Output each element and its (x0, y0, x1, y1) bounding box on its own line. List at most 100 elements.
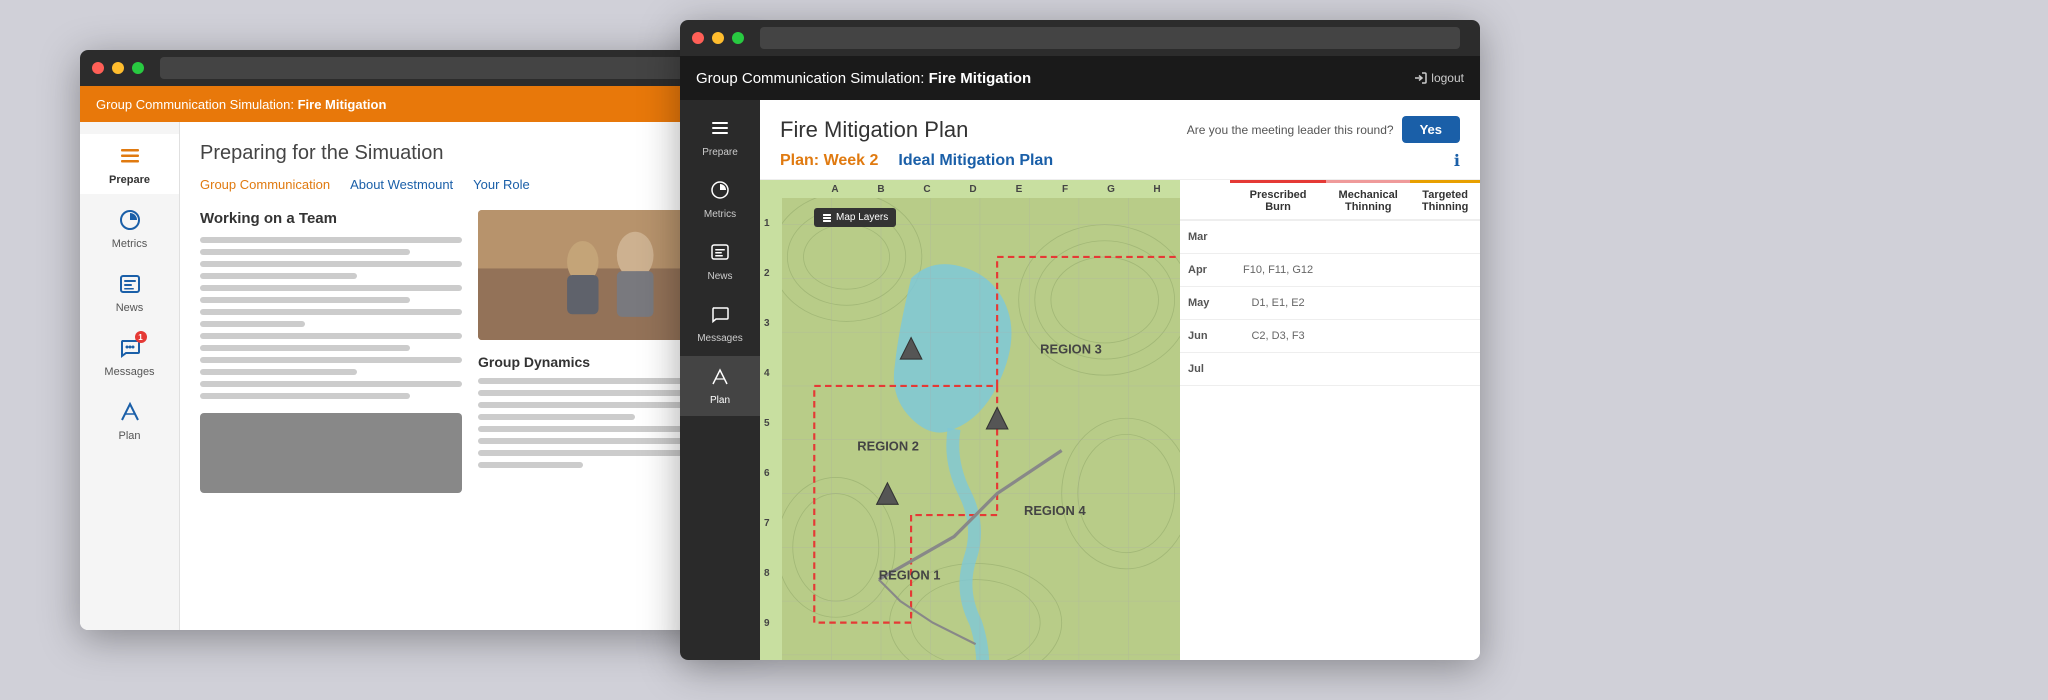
prescribed-apr: F10, F11, G12 (1230, 254, 1326, 287)
table-row: Jun C2, D3, F3 (1180, 320, 1480, 353)
svg-text:REGION 4: REGION 4 (1024, 503, 1086, 518)
prescribed-mar (1230, 220, 1326, 254)
tab-your-role[interactable]: Your Role (473, 177, 530, 192)
table-row: Mar (1180, 220, 1480, 254)
sidebar2-label-messages: Messages (697, 333, 743, 344)
sidebar2-item-plan[interactable]: Plan (680, 356, 760, 416)
section1-title: Working on a Team (200, 210, 462, 227)
sidebar-label-prepare: Prepare (109, 174, 150, 186)
minimize-dot-2[interactable] (712, 32, 724, 44)
fire-plan-title: Fire Mitigation Plan (780, 117, 968, 143)
plan-icon-2 (710, 366, 730, 391)
address-bar[interactable] (160, 57, 740, 79)
tab-about-westmount[interactable]: About Westmount (350, 177, 453, 192)
mechanical-jun (1326, 320, 1410, 353)
sidebar-item-prepare[interactable]: Prepare (80, 134, 179, 194)
month-may: May (1180, 287, 1230, 320)
mechanical-jul (1326, 353, 1410, 386)
col-month-header (1180, 182, 1230, 221)
window-2: Group Communication Simulation: Fire Mit… (680, 20, 1480, 660)
table-row: Jul (1180, 353, 1480, 386)
map-row-labels: 1 2 3 4 5 6 7 8 9 (764, 198, 770, 648)
sidebar-item-plan[interactable]: Plan (80, 390, 179, 450)
address-bar-2[interactable] (760, 27, 1460, 49)
sidebar-item-messages[interactable]: 1 Messages (80, 326, 179, 386)
prepare-icon-2 (710, 118, 730, 143)
sidebar2-item-prepare[interactable]: Prepare (680, 108, 760, 168)
meeting-question: Are you the meeting leader this round? Y… (1187, 116, 1460, 143)
mechanical-apr (1326, 254, 1410, 287)
month-mar: Mar (1180, 220, 1230, 254)
close-dot[interactable] (92, 62, 104, 74)
main2-header: Fire Mitigation Plan Are you the meeting… (760, 100, 1480, 180)
svg-text:REGION 1: REGION 1 (879, 568, 941, 583)
col-prescribed-header: PrescribedBurn (1230, 182, 1326, 221)
app-topbar-2: Group Communication Simulation: Fire Mit… (680, 56, 1480, 100)
main-content-1: Preparing for the Simuation Group Commun… (180, 122, 760, 630)
sidebar2-label-prepare: Prepare (702, 147, 738, 158)
info-icon[interactable]: ℹ (1454, 151, 1460, 171)
topo-map-svg: REGION 2 REGION 3 REGION 1 REGION 4 (782, 198, 1180, 660)
targeted-jun (1410, 320, 1480, 353)
page-title-1: Preparing for the Simuation (200, 142, 740, 165)
targeted-apr (1410, 254, 1480, 287)
minimize-dot[interactable] (112, 62, 124, 74)
nav-tabs: Group Communication About Westmount Your… (200, 177, 740, 192)
col-targeted-header: TargetedThinning (1410, 182, 1480, 221)
sidebar-item-news[interactable]: News (80, 262, 179, 322)
window1-body: Prepare Metrics (80, 122, 760, 630)
close-dot-2[interactable] (692, 32, 704, 44)
sidebar2-label-plan: Plan (710, 395, 730, 406)
map-area: A B C D E F G H 1 2 3 4 (760, 180, 1180, 660)
messages-icon-2 (710, 304, 730, 329)
maximize-dot-2[interactable] (732, 32, 744, 44)
sidebar-2: Prepare Metrics (680, 100, 760, 660)
mechanical-may (1326, 287, 1410, 320)
sidebar-label-news: News (116, 302, 144, 314)
targeted-may (1410, 287, 1480, 320)
app-topbar-1: Group Communication Simulation: Fire Mit… (80, 86, 760, 122)
prescribed-jul (1230, 353, 1326, 386)
logout-button[interactable]: logout (1413, 71, 1464, 85)
news-icon (116, 270, 144, 298)
sidebar2-item-metrics[interactable]: Metrics (680, 170, 760, 230)
metrics-icon-2 (710, 180, 730, 205)
svg-text:REGION 2: REGION 2 (857, 439, 919, 454)
prescribed-jun: C2, D3, F3 (1230, 320, 1326, 353)
mitigation-table: PrescribedBurn MechanicalThinning Target… (1180, 180, 1480, 386)
table-row: May D1, E1, E2 (1180, 287, 1480, 320)
sidebar2-item-news[interactable]: News (680, 232, 760, 292)
window-1: Group Communication Simulation: Fire Mit… (80, 50, 760, 630)
window2-body: Prepare Metrics (680, 100, 1480, 660)
svg-text:REGION 3: REGION 3 (1040, 342, 1102, 357)
tab-group-communication[interactable]: Group Communication (200, 177, 330, 192)
content-left: Working on a Team (200, 210, 462, 493)
titlebar-1 (80, 50, 760, 86)
maximize-dot[interactable] (132, 62, 144, 74)
sidebar-label-plan: Plan (118, 430, 140, 442)
sidebar-item-metrics[interactable]: Metrics (80, 198, 179, 258)
targeted-jul (1410, 353, 1480, 386)
ideal-plan: Ideal Mitigation Plan (898, 152, 1053, 170)
plan-icon (116, 398, 144, 426)
messages-icon: 1 (116, 334, 144, 362)
mechanical-mar (1326, 220, 1410, 254)
sidebar-label-metrics: Metrics (112, 238, 147, 250)
yes-button[interactable]: Yes (1402, 116, 1460, 143)
col-mechanical-header: MechanicalThinning (1326, 182, 1410, 221)
sidebar2-label-news: News (707, 271, 732, 282)
map-layers-button[interactable]: Map Layers (814, 208, 896, 227)
month-jun: Jun (1180, 320, 1230, 353)
sidebar2-item-messages[interactable]: Messages (680, 294, 760, 354)
menu-icon (116, 142, 144, 170)
app-title-2: Group Communication Simulation: Fire Mit… (696, 70, 1031, 87)
app-title-1: Group Communication Simulation: Fire Mit… (96, 97, 386, 112)
mitigation-table-area: PrescribedBurn MechanicalThinning Target… (1180, 180, 1480, 660)
chart-icon (116, 206, 144, 234)
main2-content: Fire Mitigation Plan Are you the meeting… (760, 100, 1480, 660)
video-placeholder (200, 413, 462, 493)
month-jul: Jul (1180, 353, 1230, 386)
news-icon-2 (710, 242, 730, 267)
table-row: Apr F10, F11, G12 (1180, 254, 1480, 287)
main2-split: A B C D E F G H 1 2 3 4 (760, 180, 1480, 660)
